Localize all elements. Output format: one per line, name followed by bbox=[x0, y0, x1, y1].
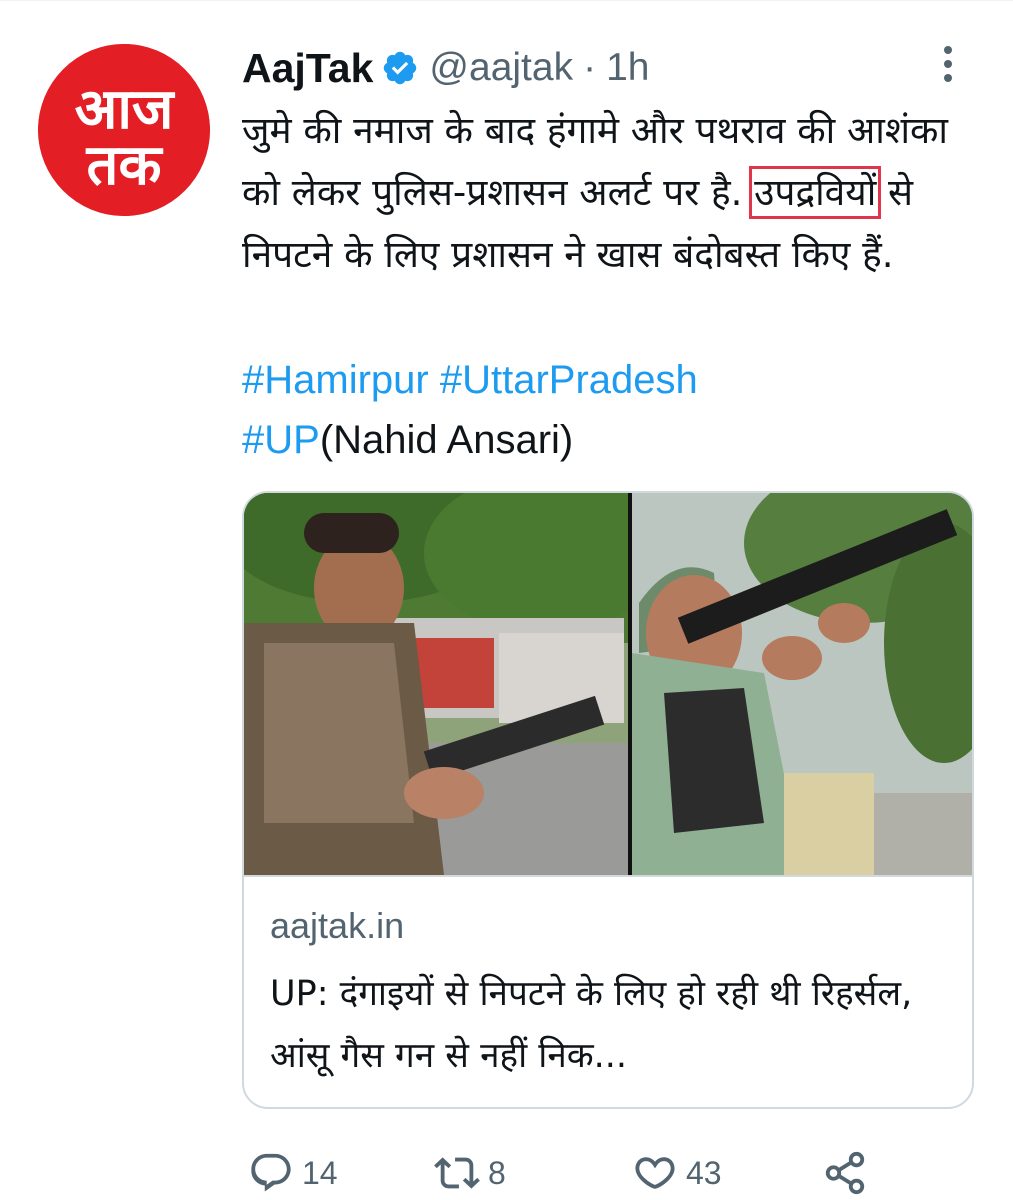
retweet-button[interactable]: 8 bbox=[434, 1146, 506, 1200]
card-divider bbox=[244, 875, 972, 877]
hashtag-hamirpur[interactable]: #Hamirpur bbox=[242, 358, 429, 402]
reply-button[interactable]: 14 bbox=[248, 1146, 338, 1200]
share-icon bbox=[825, 1151, 865, 1195]
card-image[interactable] bbox=[244, 493, 972, 875]
card-domain: aajtak.in bbox=[270, 905, 405, 946]
avatar-logo-bottom: तक bbox=[86, 133, 164, 198]
tweet-header: AajTak @aajtak · 1h bbox=[242, 38, 649, 98]
heart-icon bbox=[635, 1157, 675, 1189]
retweet-icon bbox=[434, 1157, 480, 1189]
hashtag-up[interactable]: #UP bbox=[242, 418, 320, 462]
card-photo-icon bbox=[244, 493, 972, 875]
photo-credit: (Nahid Ansari) bbox=[319, 418, 574, 462]
hashtag-uttarpradesh[interactable]: #UttarPradesh bbox=[440, 358, 698, 402]
author-handle[interactable]: @aajtak bbox=[429, 46, 573, 90]
author-name[interactable]: AajTak bbox=[242, 45, 373, 92]
top-divider bbox=[0, 0, 1013, 1]
avatar[interactable]: आज तक bbox=[38, 44, 210, 216]
verified-badge-icon bbox=[384, 51, 417, 85]
tweet-text: जुमे की नमाज के बाद हंगामे और पथराव की आ… bbox=[242, 100, 992, 286]
action-bar: 14 8 43 bbox=[248, 1146, 1008, 1200]
like-count: 43 bbox=[686, 1154, 722, 1191]
retweet-count: 8 bbox=[488, 1154, 506, 1191]
link-card[interactable]: aajtak.in UP: दंगाइयों से निपटने के लिए … bbox=[242, 491, 974, 1109]
card-title[interactable]: UP: दंगाइयों से निपटने के लिए हो रही थी … bbox=[270, 963, 960, 1087]
share-button[interactable] bbox=[822, 1146, 868, 1200]
reply-icon bbox=[251, 1153, 291, 1192]
hashtag-line: #Hamirpur #UttarPradesh #UP(Nahid Ansari… bbox=[242, 350, 982, 470]
tweet-text-highlighted-word: उपद्रवियों bbox=[749, 166, 882, 219]
more-options-icon[interactable] bbox=[936, 42, 960, 86]
aajtak-logo-icon: आज तक bbox=[38, 44, 210, 216]
tweet-time[interactable]: 1h bbox=[606, 46, 649, 90]
like-button[interactable]: 43 bbox=[632, 1146, 722, 1200]
reply-count: 14 bbox=[302, 1154, 338, 1191]
header-separator: · bbox=[583, 46, 597, 89]
